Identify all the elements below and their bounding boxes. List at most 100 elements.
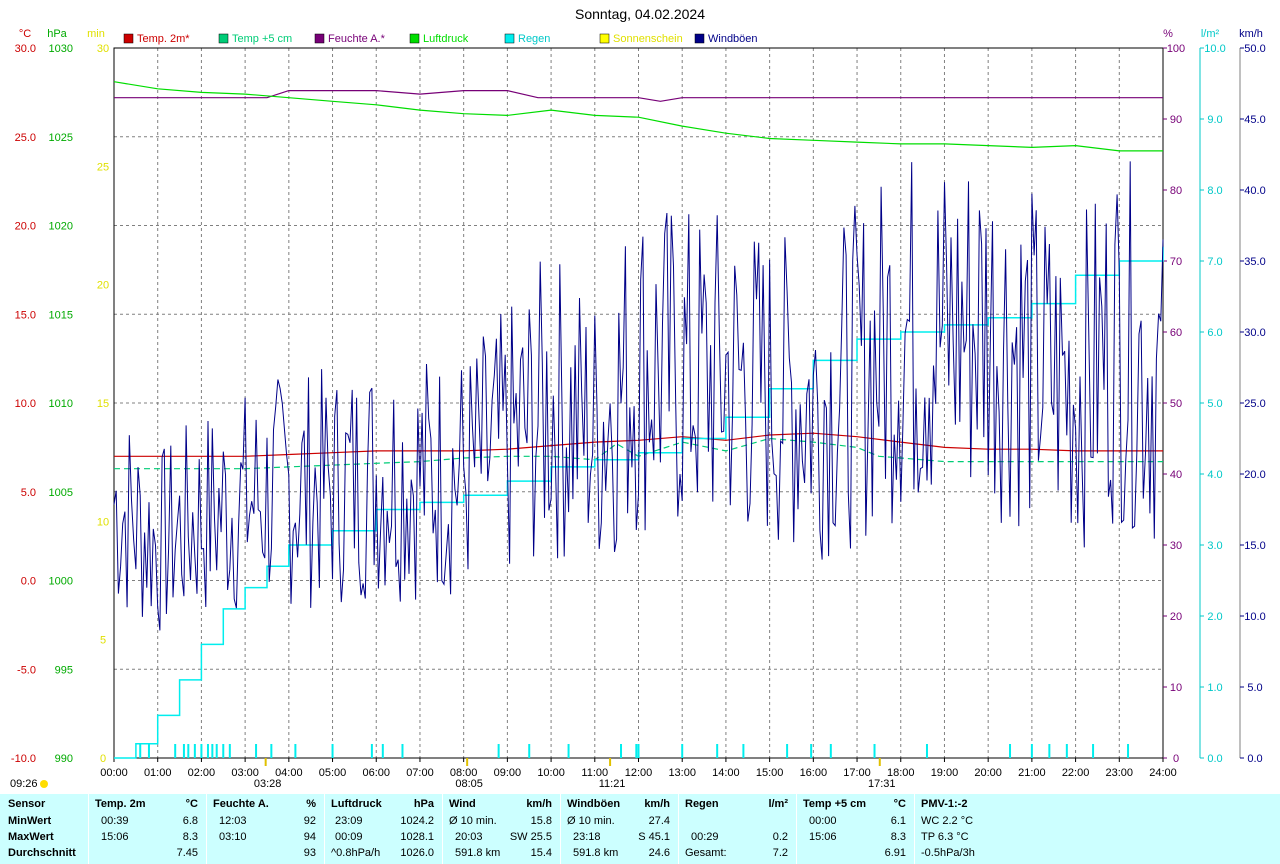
tick-label-x: 15:00: [756, 767, 784, 779]
windboeen-avg: 24.6: [648, 847, 670, 859]
tick-label-temp: 25.0: [15, 132, 36, 144]
legend-swatch: [409, 33, 420, 44]
tick-label-rain: 2.0: [1207, 611, 1222, 623]
tick-label-x: 14:00: [712, 767, 740, 779]
temp5cm-max-time: 15:06: [809, 831, 837, 843]
temp5cm-avg: 6.91: [884, 847, 906, 859]
tick-label-pressure: 1010: [49, 398, 73, 410]
wind-unit: km/h: [526, 798, 552, 810]
row-labels-column: Sensor MinWert MaxWert Durchschnitt: [0, 794, 88, 864]
regen-unit: l/m²: [768, 798, 788, 810]
tick-label-rain: 5.0: [1207, 398, 1222, 410]
luftdruck-max-time: 00:09: [335, 831, 363, 843]
legend-label: Sonnenschein: [613, 33, 683, 45]
luftdruck-avg: 1026.0: [400, 847, 434, 859]
wind-max-time: 20:03: [455, 831, 483, 843]
pmv-header: PMV-1:-2: [921, 798, 968, 810]
tick-label-pressure: 995: [55, 664, 73, 676]
sun-event-label: 17:31: [868, 778, 896, 790]
sun-event-label: 11:21: [599, 778, 626, 790]
legend-label: Feuchte A.*: [328, 33, 386, 45]
tick-label-temp: 10.0: [15, 398, 36, 410]
tick-label-wind: 45.0: [1244, 114, 1265, 126]
windboeen-distance: 591.8 km: [573, 847, 619, 859]
axis-unit-sun: min: [87, 28, 105, 40]
legend-swatch: [218, 33, 229, 44]
regen-max-time: 00:29: [691, 831, 719, 843]
tick-label-sun: 0: [100, 753, 106, 765]
legend-label: Temp +5 cm: [232, 33, 292, 45]
tick-label-humidity: 40: [1170, 469, 1182, 481]
temp2m-min-value: 6.8: [182, 815, 198, 827]
temp2m-header: Temp. 2m: [95, 798, 146, 810]
tick-label-sun: 30: [97, 43, 109, 55]
pmv-column: PMV-1:-2 WC 2.2 °C TP 6.3 °C -0.5hPa/3h: [915, 794, 1280, 864]
regen-max-value: 0.2: [772, 831, 788, 843]
tick-label-x: 23:00: [1106, 767, 1134, 779]
axis-unit-pressure: hPa: [47, 28, 67, 40]
tick-label-rain: 1.0: [1207, 682, 1222, 694]
day-start-label: 09:26: [10, 778, 38, 790]
legend-swatch: [314, 33, 325, 44]
tick-label-temp: 0.0: [21, 576, 36, 588]
tick-label-x: 06:00: [362, 767, 390, 779]
tick-label-rain: 10.0: [1204, 43, 1225, 55]
tick-label-humidity: 90: [1170, 114, 1182, 126]
pmv-windchill: WC 2.2 °C: [921, 815, 974, 827]
tick-label-x: 22:00: [1062, 767, 1090, 779]
tick-label-x: 17:00: [843, 767, 871, 779]
luftdruck-header: Luftdruck: [331, 798, 382, 810]
tick-label-humidity: 80: [1170, 185, 1182, 197]
tick-label-temp: 20.0: [15, 221, 36, 233]
tick-label-temp: -5.0: [17, 664, 36, 676]
tick-label-pressure: 1015: [49, 309, 73, 321]
tick-label-wind: 10.0: [1244, 611, 1265, 623]
tick-label-sun: 5: [100, 635, 106, 647]
feuchte-min-value: 92: [303, 815, 316, 827]
chart-title: Sonntag, 04.02.2024: [574, 6, 705, 22]
axis-unit-humidity: %: [1163, 28, 1173, 40]
tick-label-humidity: 30: [1170, 540, 1182, 552]
row-label-min: MinWert: [8, 815, 52, 827]
tick-label-humidity: 10: [1170, 682, 1182, 694]
tick-label-wind: 20.0: [1244, 469, 1265, 481]
legend-label: Windböen: [708, 33, 758, 45]
tick-label-x: 13:00: [668, 767, 696, 779]
regen-total-label: Gesamt:: [685, 847, 727, 859]
legend-swatch: [123, 33, 134, 44]
tick-label-wind: 0.0: [1247, 753, 1262, 765]
tick-label-temp: 5.0: [21, 487, 36, 499]
tick-label-x: 01:00: [144, 767, 172, 779]
wind-header: Wind: [449, 798, 476, 810]
tick-label-x: 07:00: [406, 767, 434, 779]
wind-column: Wind km/h Ø 10 min. 15.8 20:03 SW 25.5 5…: [443, 794, 560, 864]
wind-avg10-label: Ø 10 min.: [449, 815, 497, 827]
tick-label-wind: 15.0: [1244, 540, 1265, 552]
series-line-regen: [114, 246, 1164, 759]
luftdruck-min-time: 23:09: [335, 815, 363, 827]
regen-total-value: 7.2: [772, 847, 788, 859]
tick-label-humidity: 60: [1170, 327, 1182, 339]
tick-label-x: 05:00: [319, 767, 347, 779]
tick-label-rain: 9.0: [1207, 114, 1222, 126]
legend-label: Luftdruck: [423, 33, 469, 45]
windboeen-avg10-label: Ø 10 min.: [567, 815, 615, 827]
windboeen-unit: km/h: [644, 798, 670, 810]
temp5cm-column: Temp +5 cm °C 00:00 6.1 15:06 8.3 6.91: [797, 794, 914, 864]
windboeen-max-direction: S 45.1: [638, 831, 670, 843]
pmv-trend: -0.5hPa/3h: [921, 847, 975, 859]
tick-label-temp: 15.0: [15, 309, 36, 321]
tick-label-x: 02:00: [188, 767, 216, 779]
tick-label-x: 24:00: [1149, 767, 1177, 779]
feuchte-min-time: 12:03: [219, 815, 247, 827]
temp2m-avg: 7.45: [176, 847, 198, 859]
tick-label-humidity: 20: [1170, 611, 1182, 623]
legend-swatch: [504, 33, 515, 44]
tick-label-pressure: 1030: [49, 43, 73, 55]
tick-label-pressure: 990: [55, 753, 73, 765]
tick-label-x: 19:00: [931, 767, 959, 779]
wind-avg: 15.4: [530, 847, 552, 859]
tick-label-pressure: 1005: [49, 487, 73, 499]
tick-label-humidity: 70: [1170, 256, 1182, 268]
sun-icon: [40, 780, 48, 788]
